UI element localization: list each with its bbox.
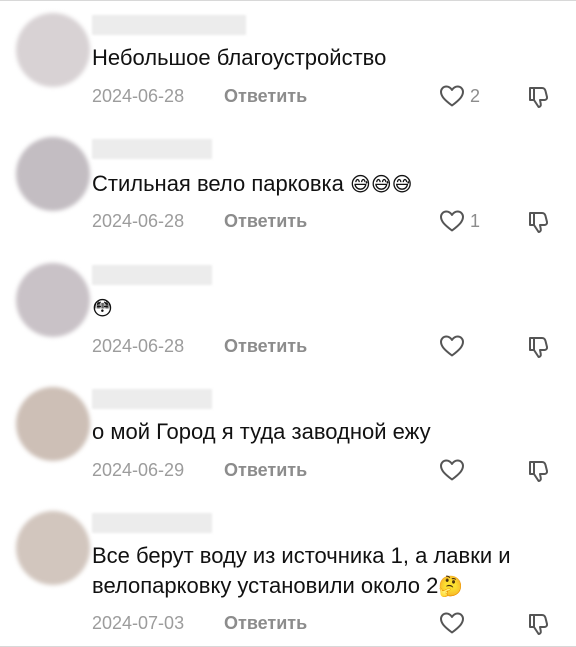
blurred-username[interactable] [92, 15, 246, 35]
thumbs-down-icon[interactable] [526, 609, 554, 637]
comment-meta: 2024-06-28 Ответить 2 [92, 84, 562, 108]
comment-item: 😳 2024-06-28 Ответить [0, 251, 576, 375]
emoji: 😳 [92, 296, 113, 320]
comment-item: о мой Город я туда заводной ежу 2024-06-… [0, 375, 576, 499]
like-count: 1 [470, 211, 481, 231]
reply-button[interactable]: Ответить [224, 209, 307, 233]
thumbs-down-icon[interactable] [526, 456, 554, 484]
emoji: 🤔 [438, 574, 464, 598]
comment-meta: 2024-06-29 Ответить [92, 458, 562, 482]
comment-item: Все берут воду из источника 1, а лавки и… [0, 499, 576, 647]
comment-text: Стильная вело парковка 😅😅😅 [92, 169, 562, 199]
thumbs-down-icon[interactable] [526, 332, 554, 360]
avatar[interactable] [16, 13, 90, 87]
comment-text-content: о мой Город я туда заводной ежу [92, 419, 431, 444]
comment-date: 2024-06-28 [92, 211, 185, 231]
reply-button[interactable]: Ответить [224, 84, 307, 108]
heart-icon[interactable] [438, 332, 466, 360]
blurred-username[interactable] [92, 139, 212, 159]
avatar[interactable] [16, 387, 90, 461]
heart-icon[interactable] [438, 207, 466, 235]
thumbs-down-icon[interactable] [526, 207, 554, 235]
comment-text: Все берут воду из источника 1, а лавки и… [92, 541, 562, 601]
like-count: 2 [470, 86, 481, 106]
comment-text: о мой Город я туда заводной ежу [92, 417, 562, 447]
comment-text-content: Небольшое благоустройство [92, 45, 387, 70]
comment-meta: 2024-07-03 Ответить [92, 611, 562, 635]
heart-icon[interactable] [438, 609, 466, 637]
comment-date: 2024-06-28 [92, 336, 185, 356]
comment-meta: 2024-06-28 Ответить 1 [92, 209, 562, 233]
blurred-username[interactable] [92, 265, 212, 285]
comment-item: Небольшое благоустройство 2024-06-28 Отв… [0, 1, 576, 125]
comment-date: 2024-06-28 [92, 86, 185, 106]
reply-button[interactable]: Ответить [224, 611, 307, 635]
emoji: 😅😅😅 [349, 172, 413, 196]
blurred-username[interactable] [92, 389, 212, 409]
comment-date: 2024-07-03 [92, 613, 185, 633]
comment-list: Небольшое благоустройство 2024-06-28 Отв… [0, 0, 576, 647]
comment-date: 2024-06-29 [92, 460, 185, 480]
blurred-username[interactable] [92, 513, 212, 533]
heart-icon[interactable] [438, 82, 466, 110]
comment-text: Небольшое благоустройство [92, 43, 562, 73]
avatar[interactable] [16, 263, 90, 337]
reply-button[interactable]: Ответить [224, 334, 307, 358]
heart-icon[interactable] [438, 456, 466, 484]
comment-text: 😳 [92, 293, 562, 323]
thumbs-down-icon[interactable] [526, 82, 554, 110]
avatar[interactable] [16, 137, 90, 211]
comment-meta: 2024-06-28 Ответить [92, 334, 562, 358]
comment-item: Стильная вело парковка 😅😅😅 2024-06-28 От… [0, 125, 576, 251]
comment-text-content: Стильная вело парковка [92, 171, 350, 196]
reply-button[interactable]: Ответить [224, 458, 307, 482]
avatar[interactable] [16, 511, 90, 585]
